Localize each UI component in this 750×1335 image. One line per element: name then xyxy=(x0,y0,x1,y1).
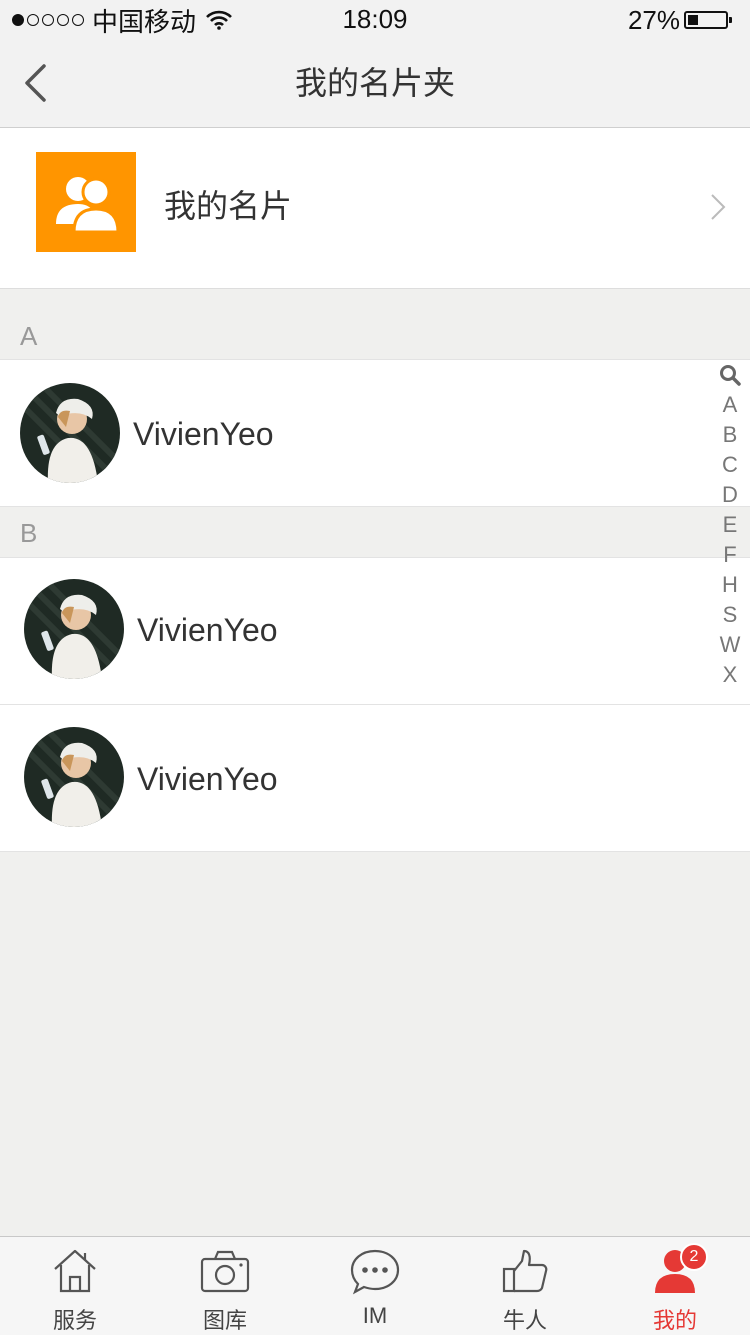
index-letter-w[interactable]: W xyxy=(710,630,750,660)
avatar xyxy=(20,383,120,483)
contact-row[interactable]: VivienYeo xyxy=(0,558,750,704)
battery-percentage: 27% xyxy=(627,4,680,35)
tab-mine[interactable]: 2 我的 xyxy=(600,1237,750,1335)
chevron-right-icon xyxy=(711,194,726,220)
chat-bubble-icon xyxy=(350,1249,400,1295)
avatar xyxy=(24,579,124,679)
tab-gallery[interactable]: 图库 xyxy=(150,1237,300,1335)
camera-icon xyxy=(200,1250,250,1293)
tab-bar: 服务 图库 IM 牛人 2 我的 xyxy=(0,1236,750,1335)
index-letter-d[interactable]: D xyxy=(710,480,750,510)
avatar xyxy=(24,727,124,827)
divider xyxy=(0,851,750,852)
tab-label: 牛人 xyxy=(502,1308,547,1333)
section-header-a: A xyxy=(0,289,750,359)
status-right: 27% xyxy=(627,4,732,36)
tab-label: 我的 xyxy=(652,1308,697,1333)
section-letter: A xyxy=(20,321,38,351)
tab-service[interactable]: 服务 xyxy=(0,1237,150,1335)
home-icon xyxy=(54,1249,96,1293)
contact-row[interactable]: VivienYeo xyxy=(0,705,750,851)
thumbs-up-icon xyxy=(502,1249,548,1293)
my-card-row[interactable]: 我的名片 xyxy=(0,128,750,289)
alphabet-index[interactable]: A B C D E F H S W X xyxy=(710,360,750,690)
index-letter-f[interactable]: F xyxy=(710,540,750,570)
notification-badge: 2 xyxy=(680,1243,708,1271)
contact-name: VivienYeo xyxy=(137,612,278,648)
tab-im[interactable]: IM xyxy=(300,1237,450,1335)
tab-experts[interactable]: 牛人 xyxy=(450,1237,600,1335)
status-bar: 中国移动 18:09 27% xyxy=(0,0,750,40)
index-letter-c[interactable]: C xyxy=(710,450,750,480)
index-letter-h[interactable]: H xyxy=(710,570,750,600)
contact-row[interactable]: VivienYeo xyxy=(0,360,750,506)
tab-label: 图库 xyxy=(202,1308,247,1333)
divider xyxy=(0,506,750,507)
index-letter-x[interactable]: X xyxy=(710,660,750,690)
contacts-icon xyxy=(36,152,136,252)
index-letter-a[interactable]: A xyxy=(710,390,750,420)
contact-name: VivienYeo xyxy=(137,761,278,797)
page-title: 我的名片夹 xyxy=(294,65,455,101)
battery-icon xyxy=(684,11,732,29)
section-header-b: B xyxy=(0,506,750,557)
index-letter-s[interactable]: S xyxy=(710,600,750,630)
index-letter-e[interactable]: E xyxy=(710,510,750,540)
contact-name: VivienYeo xyxy=(133,416,274,452)
section-letter: B xyxy=(20,518,38,548)
my-card-label: 我的名片 xyxy=(164,188,293,224)
tab-label: IM xyxy=(362,1303,388,1328)
index-letter-b[interactable]: B xyxy=(710,420,750,450)
tab-label: 服务 xyxy=(52,1308,97,1333)
search-icon[interactable] xyxy=(710,360,750,390)
navigation-bar: 我的名片夹 xyxy=(0,40,750,128)
